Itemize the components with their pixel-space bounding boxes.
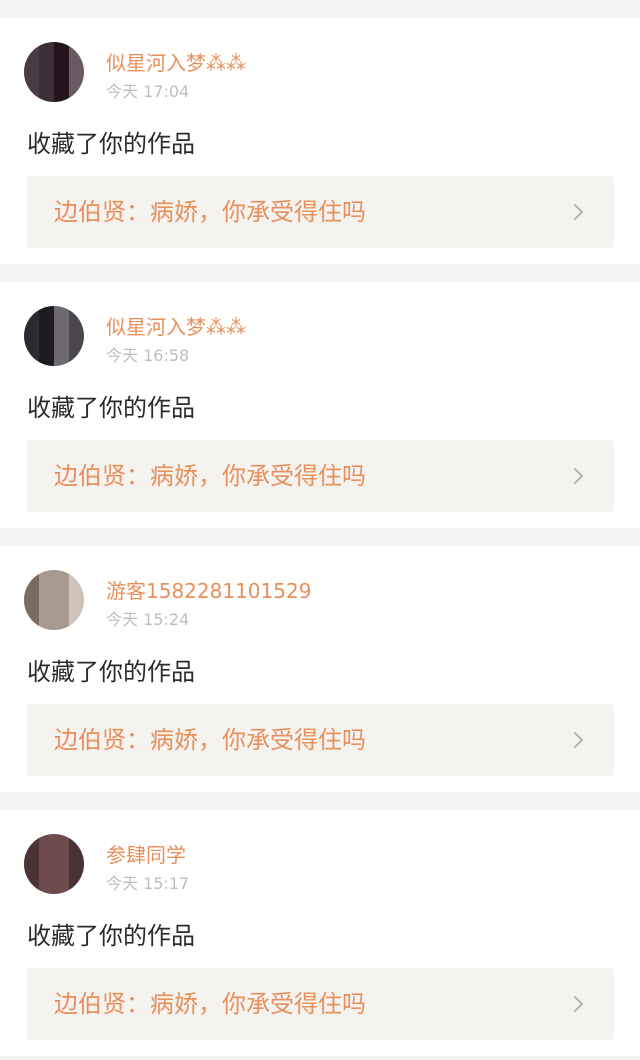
action-text: 收藏了你的作品 [27,130,195,158]
avatar-pixel [69,864,84,879]
timestamp: 今天 15:24 [106,610,190,629]
avatar-pixel [24,600,39,615]
avatar-pixel [39,615,54,630]
avatar-pixel [54,321,69,336]
avatar-pixel [54,864,69,879]
avatar-pixel [69,834,84,849]
avatar-pixel [54,351,69,366]
chevron-right-icon [574,732,583,748]
work-title: 边伯贤：病娇，你承受得住吗 [54,726,366,754]
avatar-pixel [69,570,84,585]
timestamp: 今天 17:04 [106,82,190,101]
avatar-pixel [69,87,84,102]
avatar-pixel [24,72,39,87]
notification-card: 似星河入梦⁂⁂ 今天 16:58 收藏了你的作品 边伯贤：病娇，你承受得住吗 [0,282,640,528]
work-link-card[interactable]: 边伯贤：病娇，你承受得住吗 [27,440,614,512]
avatar-pixel [39,42,54,57]
avatar-pixel [39,834,54,849]
avatar-pixel [69,600,84,615]
work-link-card[interactable]: 边伯贤：病娇，你承受得住吗 [27,176,614,248]
avatar-pixel [24,585,39,600]
avatar-pixel [54,570,69,585]
avatar-pixel [39,321,54,336]
avatar-pixel [24,57,39,72]
avatar[interactable] [24,306,84,366]
avatar-pixel [54,306,69,321]
avatar-pixel [69,42,84,57]
timestamp: 今天 15:17 [106,874,190,893]
avatar-pixel [24,351,39,366]
notification-card: 参肆同学 今天 15:17 收藏了你的作品 边伯贤：病娇，你承受得住吗 [0,810,640,1056]
avatar[interactable] [24,834,84,894]
avatar-pixel [69,336,84,351]
avatar-pixel [54,585,69,600]
avatar-pixel [69,72,84,87]
timestamp: 今天 16:58 [106,346,190,365]
avatar-pixel [24,570,39,585]
avatar-pixel [54,834,69,849]
avatar-pixel [69,57,84,72]
username[interactable]: 游客1582281101529 [106,579,311,603]
avatar-pixel [54,879,69,894]
work-title: 边伯贤：病娇，你承受得住吗 [54,198,366,226]
work-link-card[interactable]: 边伯贤：病娇，你承受得住吗 [27,704,614,776]
action-text: 收藏了你的作品 [27,394,195,422]
avatar-pixel [24,87,39,102]
notification-card: 游客1582281101529 今天 15:24 收藏了你的作品 边伯贤：病娇，… [0,546,640,792]
avatar-pixel [54,336,69,351]
chevron-right-icon [574,996,583,1012]
work-title: 边伯贤：病娇，你承受得住吗 [54,990,366,1018]
avatar-pixel [69,321,84,336]
avatar-pixel [24,864,39,879]
username[interactable]: 参肆同学 [106,843,186,867]
avatar-pixel [24,42,39,57]
avatar-pixel [69,615,84,630]
avatar-pixel [69,585,84,600]
avatar-pixel [24,834,39,849]
avatar-pixel [54,615,69,630]
avatar[interactable] [24,570,84,630]
avatar-pixel [39,87,54,102]
avatar-pixel [24,615,39,630]
avatar-pixel [54,72,69,87]
username[interactable]: 似星河入梦⁂⁂ [106,315,246,339]
avatar-pixel [54,87,69,102]
avatar-pixel [39,306,54,321]
avatar-pixel [39,351,54,366]
avatar-pixel [39,72,54,87]
avatar-pixel [69,351,84,366]
avatar-pixel [39,570,54,585]
chevron-right-icon [574,468,583,484]
avatar-pixel [39,864,54,879]
avatar-pixel [24,306,39,321]
avatar-pixel [39,336,54,351]
avatar-pixel [24,336,39,351]
action-text: 收藏了你的作品 [27,922,195,950]
avatar-pixel [24,321,39,336]
chevron-right-icon [574,204,583,220]
avatar-pixel [39,849,54,864]
avatar-pixel [39,585,54,600]
avatar-pixel [54,42,69,57]
notification-card: 似星河入梦⁂⁂ 今天 17:04 收藏了你的作品 边伯贤：病娇，你承受得住吗 [0,18,640,264]
avatar-pixel [39,879,54,894]
avatar-pixel [69,879,84,894]
avatar-pixel [54,57,69,72]
work-title: 边伯贤：病娇，你承受得住吗 [54,462,366,490]
work-link-card[interactable]: 边伯贤：病娇，你承受得住吗 [27,968,614,1040]
avatar-pixel [39,600,54,615]
avatar[interactable] [24,42,84,102]
avatar-pixel [39,57,54,72]
avatar-pixel [24,879,39,894]
notification-feed: 似星河入梦⁂⁂ 今天 17:04 收藏了你的作品 边伯贤：病娇，你承受得住吗 似… [0,0,640,1060]
action-text: 收藏了你的作品 [27,658,195,686]
avatar-pixel [54,600,69,615]
avatar-pixel [69,306,84,321]
avatar-pixel [69,849,84,864]
username[interactable]: 似星河入梦⁂⁂ [106,51,246,75]
avatar-pixel [54,849,69,864]
avatar-pixel [24,849,39,864]
